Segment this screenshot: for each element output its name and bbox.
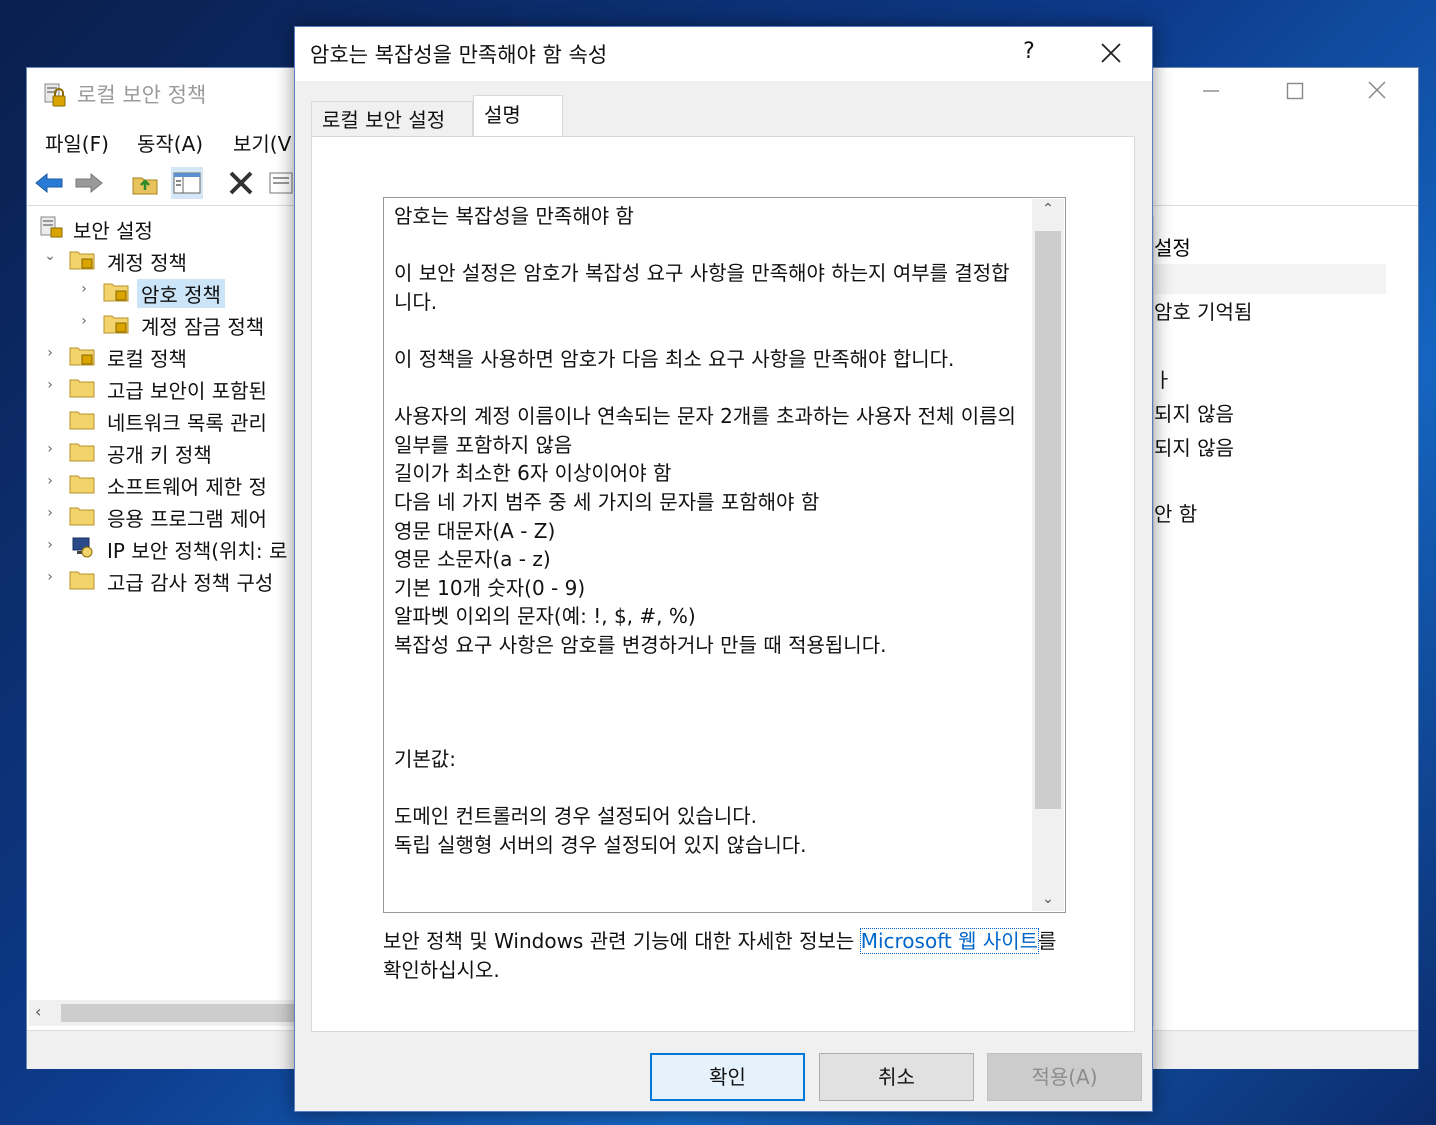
details-pane: 설정 암호 기억됨 ㅏ 되지 않음 되지 않음 안 함 — [1153, 216, 1420, 1026]
menu-action[interactable]: 동작(A) — [137, 128, 203, 157]
explain-tab-panel: 암호는 복잡성을 만족해야 함 이 보안 설정은 암호가 복잡성 요구 사항을 … — [311, 136, 1135, 1032]
properties-icon — [269, 172, 293, 194]
cancel-button[interactable]: 취소 — [819, 1053, 974, 1101]
back-button[interactable] — [33, 167, 65, 199]
show-hide-tree-button[interactable] — [171, 167, 203, 199]
folder-icon — [69, 571, 95, 590]
menu-view[interactable]: 보기(V — [233, 128, 291, 157]
chevron-right-icon[interactable]: › — [43, 505, 57, 521]
setting-value: 되지 않음 — [1154, 436, 1234, 460]
up-folder-icon — [132, 177, 158, 195]
tree-label: 네트워크 목록 관리 — [107, 411, 267, 435]
tree-label: 계정 정책 — [107, 251, 187, 275]
dialog-title: 암호는 복잡성을 만족해야 함 속성 — [310, 43, 608, 67]
tree-label: 계정 잠금 정책 — [141, 315, 265, 339]
scroll-left-icon[interactable]: ‹ — [35, 1002, 41, 1021]
tree-label: 로컬 정책 — [107, 347, 187, 371]
chevron-right-icon[interactable]: › — [43, 441, 57, 457]
show-hide-tree-icon — [173, 172, 201, 194]
folder-icon — [69, 379, 95, 398]
apply-button[interactable]: 적용(A) — [987, 1053, 1142, 1101]
maximize-icon — [1286, 82, 1304, 100]
menu-file[interactable]: 파일(F) — [45, 128, 109, 157]
chevron-right-icon[interactable]: › — [77, 281, 91, 297]
description-text: 암호는 복잡성을 만족해야 함 이 보안 설정은 암호가 복잡성 요구 사항을 … — [394, 204, 1016, 858]
ok-button[interactable]: 확인 — [650, 1053, 805, 1101]
properties-button[interactable] — [265, 167, 297, 199]
folder-icon — [69, 475, 95, 494]
tree-label: IP 보안 정책(위치: 로 — [107, 539, 288, 563]
description-textbox[interactable]: 암호는 복잡성을 만족해야 함 이 보안 설정은 암호가 복잡성 요구 사항을 … — [383, 197, 1066, 913]
tree-label: 암호 정책 — [137, 279, 225, 308]
scroll-thumb[interactable] — [61, 1004, 295, 1022]
chevron-right-icon[interactable]: › — [43, 569, 57, 585]
more-info-text: 보안 정책 및 Windows 관련 기능에 대한 자세한 정보는 Micros… — [383, 927, 1073, 984]
back-arrow-icon — [35, 172, 63, 194]
locked-folder-icon — [103, 315, 129, 334]
selected-row-highlight — [1154, 264, 1386, 294]
tree-label: 소프트웨어 제한 정 — [107, 475, 267, 499]
tree-label: 응용 프로그램 제어 — [107, 507, 267, 531]
help-button[interactable]: ? — [1017, 39, 1041, 64]
tree-label: 고급 보안이 포함된 — [107, 379, 267, 403]
forward-arrow-icon — [75, 172, 103, 194]
security-settings-icon — [40, 216, 63, 238]
column-header-setting[interactable]: 설정 — [1154, 222, 1386, 264]
tree-label: 고급 감사 정책 구성 — [107, 571, 274, 595]
locked-folder-icon — [69, 347, 95, 366]
close-icon — [1101, 43, 1121, 63]
chevron-right-icon[interactable]: › — [77, 313, 91, 329]
chevron-right-icon[interactable]: › — [43, 537, 57, 553]
locked-folder-icon — [103, 283, 129, 302]
chevron-right-icon[interactable]: › — [43, 473, 57, 489]
close-icon — [1368, 81, 1386, 99]
forward-button[interactable] — [73, 167, 105, 199]
properties-dialog: 암호는 복잡성을 만족해야 함 속성 ? 로컬 보안 설정 설명 암호는 복잡성… — [294, 26, 1153, 1112]
scroll-down-icon[interactable]: ⌄ — [1032, 891, 1064, 907]
dialog-close-button[interactable] — [1093, 35, 1129, 71]
setting-value: 암호 기억됨 — [1154, 300, 1253, 324]
scroll-up-icon[interactable]: ⌃ — [1032, 201, 1064, 217]
console-tree: 보안 설정 ⌄ 계정 정책 › 암호 정책 › 계정 잠금 정책 › 로컬 정책… — [27, 208, 297, 1003]
chevron-down-icon[interactable]: ⌄ — [43, 248, 57, 264]
folder-icon — [69, 443, 95, 462]
delete-button[interactable] — [225, 167, 257, 199]
up-folder-button[interactable] — [129, 167, 161, 199]
chevron-right-icon[interactable]: › — [43, 345, 57, 361]
mmc-close-button[interactable] — [1357, 78, 1397, 110]
setting-value: 안 함 — [1154, 502, 1198, 526]
folder-icon — [69, 507, 95, 526]
dialog-title-bar: 암호는 복잡성을 만족해야 함 속성 ? — [295, 27, 1152, 81]
tab-local-security-setting[interactable]: 로컬 보안 설정 — [311, 101, 473, 137]
minimize-button[interactable] — [1191, 78, 1231, 110]
chevron-right-icon[interactable]: › — [43, 377, 57, 393]
setting-value: 되지 않음 — [1154, 402, 1234, 426]
delete-icon — [229, 171, 253, 195]
locked-folder-icon — [69, 251, 95, 270]
mmc-window-title: 로컬 보안 정책 — [77, 83, 207, 107]
tree-horizontal-scrollbar[interactable]: ‹ — [29, 1000, 295, 1026]
security-policy-app-icon — [44, 83, 66, 107]
scroll-thumb[interactable] — [1035, 231, 1061, 809]
setting-value: ㅏ — [1154, 368, 1173, 392]
ip-security-icon — [72, 537, 93, 558]
maximize-button[interactable] — [1275, 78, 1315, 110]
folder-icon — [69, 411, 95, 430]
tree-label: 보안 설정 — [73, 219, 153, 243]
minimize-icon — [1203, 90, 1219, 92]
tree-label: 공개 키 정책 — [107, 443, 212, 467]
description-scrollbar[interactable]: ⌃ ⌄ — [1032, 199, 1064, 911]
tab-explain[interactable]: 설명 — [473, 95, 563, 137]
more-info-prefix: 보안 정책 및 Windows 관련 기능에 대한 자세한 정보는 — [383, 929, 861, 953]
microsoft-website-link[interactable]: Microsoft 웹 사이트 — [859, 928, 1040, 954]
